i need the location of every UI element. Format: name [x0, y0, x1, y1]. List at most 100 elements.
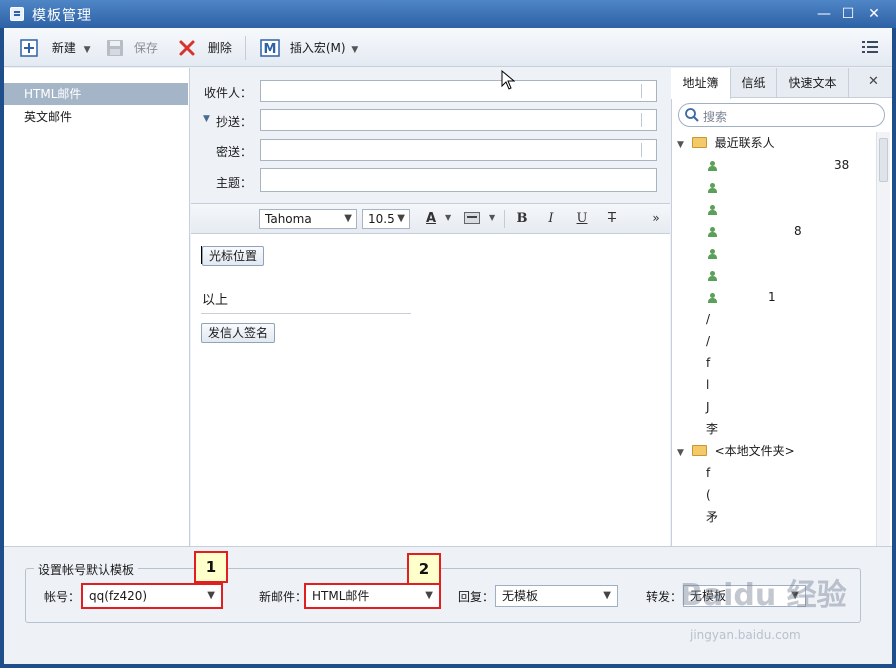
contact-item[interactable]: /: [706, 308, 710, 330]
contact-item[interactable]: [708, 242, 718, 264]
chevron-down-icon[interactable]: ▼: [445, 213, 451, 222]
address-book-scrollbar[interactable]: [876, 132, 890, 546]
contact-item[interactable]: 38: [708, 154, 849, 176]
more-format-icon[interactable]: »: [648, 210, 664, 226]
contact-item[interactable]: [708, 264, 718, 286]
new-label: 新建: [51, 41, 76, 55]
contact-item[interactable]: 矛: [706, 506, 718, 528]
contact-fragment: 38: [834, 158, 850, 172]
chevron-down-icon: ▼: [603, 590, 611, 601]
delete-icon: [178, 39, 196, 57]
contact-item[interactable]: 李: [706, 418, 718, 440]
contact-icon: [708, 160, 718, 171]
forward-label: 转发：: [646, 590, 683, 604]
mouse-pointer-icon: [501, 69, 516, 93]
bold-icon[interactable]: B: [514, 211, 530, 227]
contact-item[interactable]: 1: [708, 286, 776, 308]
strikethrough-icon[interactable]: T: [604, 211, 620, 227]
account-select[interactable]: qq(fz420) ▼: [81, 583, 223, 609]
to-field[interactable]: [260, 80, 657, 102]
group-recent-contacts[interactable]: ▼ 最近联系人: [677, 132, 775, 154]
minimize-button[interactable]: —: [814, 4, 834, 24]
save-button[interactable]: 保存: [106, 37, 158, 59]
delete-button[interactable]: 删除: [178, 37, 232, 59]
close-button[interactable]: ✕: [864, 4, 884, 24]
contact-item[interactable]: (: [706, 484, 711, 506]
signature-macro[interactable]: 发信人签名: [201, 323, 276, 343]
body-text: 以上: [202, 293, 229, 308]
contact-item[interactable]: l: [706, 374, 709, 396]
svg-text:M: M: [264, 42, 277, 57]
underline-icon[interactable]: U: [574, 211, 590, 227]
insert-macro-label: 插入宏(M): [289, 41, 346, 55]
template-item-html[interactable]: HTML邮件: [4, 83, 188, 105]
chevron-down-icon: ▼: [425, 590, 433, 601]
cursor-position-macro[interactable]: 光标位置: [202, 246, 265, 266]
cc-field[interactable]: [260, 109, 657, 131]
group-recent-label: 最近联系人: [714, 136, 775, 150]
plus-icon: [20, 38, 38, 57]
font-size-select[interactable]: 10.5 ▼: [362, 209, 410, 229]
italic-icon[interactable]: I: [543, 211, 559, 227]
new-mail-label: 新邮件：: [259, 590, 308, 604]
chevron-down-icon[interactable]: ▼: [489, 213, 495, 222]
contact-search-input[interactable]: 搜索: [678, 103, 885, 127]
save-label: 保存: [133, 41, 158, 55]
group-title: 设置帐号默认模板: [34, 561, 139, 578]
contact-item[interactable]: [708, 198, 718, 220]
new-button[interactable]: 新建 ▼: [20, 37, 91, 59]
new-mail-template-select[interactable]: HTML邮件 ▼: [304, 583, 441, 609]
close-pane-icon[interactable]: ✕: [868, 74, 879, 89]
contact-fragment: 8: [794, 224, 802, 238]
tab-quick-text[interactable]: 快速文本: [777, 68, 849, 98]
font-family-value: Tahoma: [265, 212, 312, 226]
delete-label: 删除: [207, 41, 232, 55]
font-color-icon[interactable]: A: [423, 211, 439, 227]
cc-label: 抄送：: [215, 115, 252, 129]
scrollbar-thumb[interactable]: [879, 138, 888, 182]
maximize-button[interactable]: ☐: [838, 4, 858, 24]
insert-macro-button[interactable]: M 插入宏(M) ▼: [260, 37, 358, 59]
callout-1: 1: [194, 551, 228, 583]
tab-stationery[interactable]: 信纸: [731, 68, 777, 98]
group-local-label: <本地文件夹>: [714, 444, 795, 458]
template-item-english[interactable]: 英文邮件: [4, 106, 188, 128]
template-list: [4, 68, 190, 546]
search-icon: [684, 107, 700, 126]
font-size-value: 10.5: [368, 212, 395, 226]
chevron-down-icon: ▼: [397, 213, 405, 224]
contact-item[interactable]: [708, 176, 718, 198]
chevron-down-icon[interactable]: ▼: [84, 45, 91, 55]
font-family-select[interactable]: Tahoma ▼: [259, 209, 357, 229]
expand-triangle-icon: ▼: [677, 140, 684, 150]
chevron-down-icon: ▼: [207, 590, 215, 601]
search-placeholder: 搜索: [703, 110, 728, 124]
contact-icon: [708, 226, 718, 237]
contact-icon: [708, 248, 718, 259]
chevron-down-icon: ▼: [344, 213, 352, 224]
reply-template-select[interactable]: 无模板 ▼: [495, 585, 618, 607]
subject-field[interactable]: [260, 168, 657, 192]
expand-triangle-icon: ▼: [677, 448, 684, 458]
signature-divider: [201, 313, 411, 314]
to-label: 收件人：: [203, 86, 252, 100]
contact-fragment: 1: [768, 290, 776, 304]
bcc-field[interactable]: [260, 139, 657, 161]
highlight-color-icon[interactable]: [464, 212, 480, 224]
contact-item[interactable]: f: [706, 352, 710, 374]
group-local-folder[interactable]: ▼ <本地文件夹>: [677, 440, 795, 462]
contact-icon: [708, 292, 718, 303]
floppy-disk-icon: [106, 39, 124, 57]
tab-address-book[interactable]: 地址簿: [671, 68, 731, 99]
list-icon[interactable]: [862, 40, 878, 54]
bcc-label: 密送：: [215, 145, 252, 159]
account-label: 帐号：: [44, 590, 81, 604]
contact-item[interactable]: J: [706, 396, 710, 418]
callout-2: 2: [407, 553, 441, 585]
contact-item[interactable]: f: [706, 462, 710, 484]
contact-item[interactable]: 8: [708, 220, 802, 242]
reply-value: 无模板: [502, 589, 539, 603]
title-bar: 模板管理 — ☐ ✕: [0, 0, 896, 28]
contact-item[interactable]: /: [706, 330, 710, 352]
chevron-down-icon: ▼: [351, 45, 359, 55]
